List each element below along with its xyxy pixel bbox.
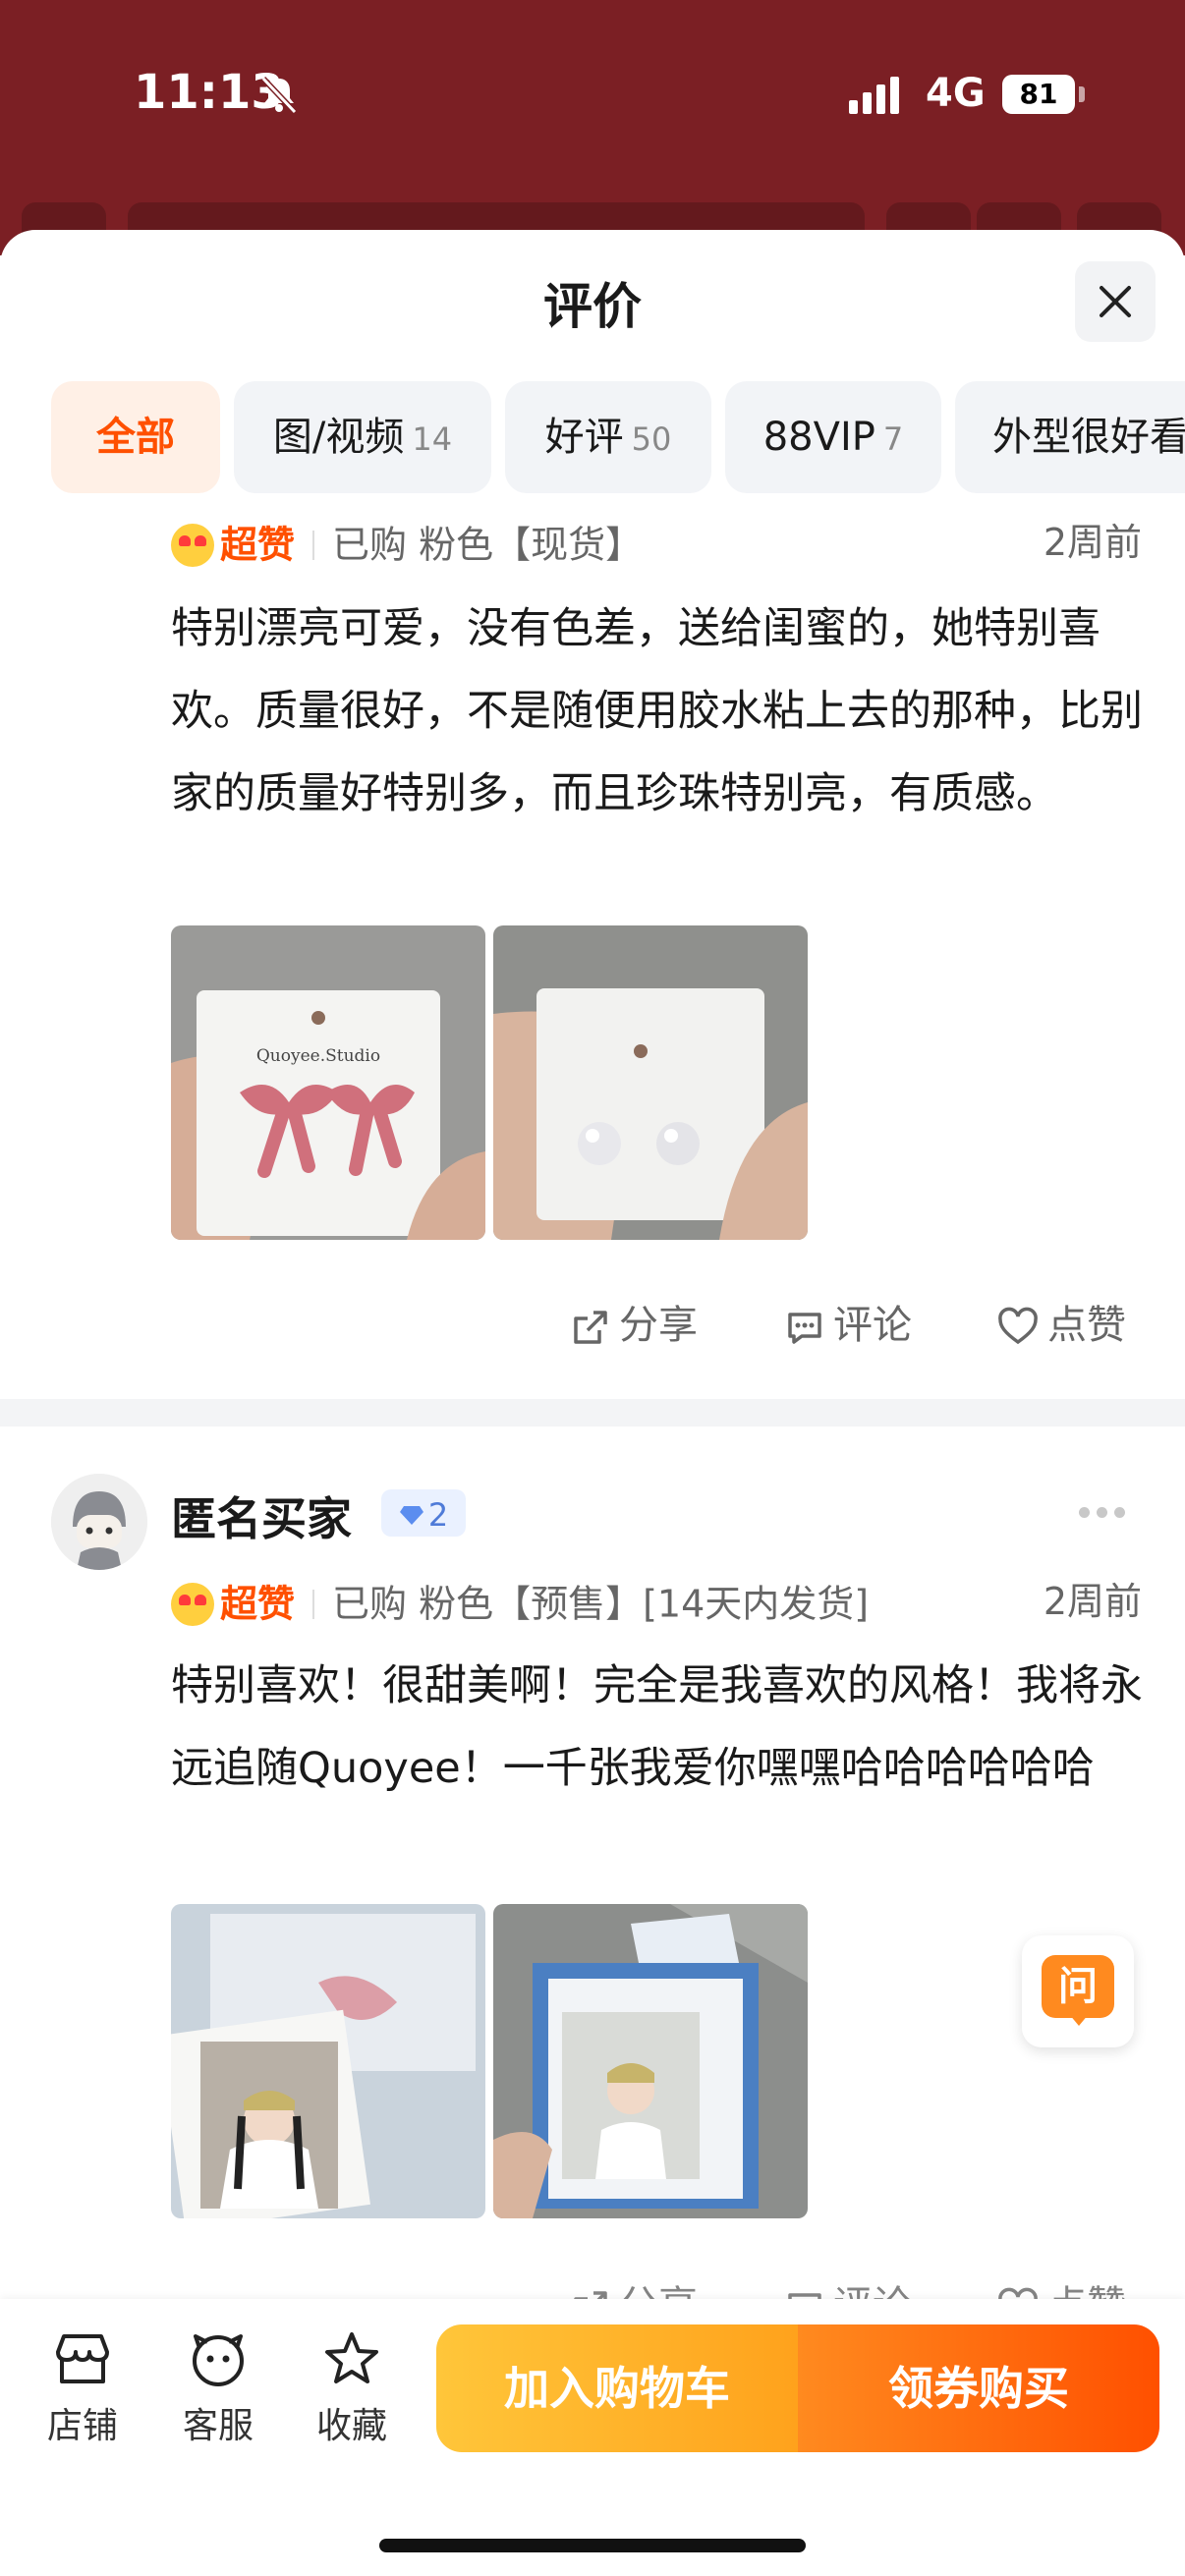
close-button[interactable] <box>1075 261 1156 342</box>
battery-icon <box>1079 86 1085 102</box>
photocard-box-image <box>493 1904 808 2218</box>
signal-icon <box>849 77 904 114</box>
review-photo[interactable] <box>493 925 808 1240</box>
review-photo[interactable] <box>493 1904 808 2218</box>
purchase-info: 已购 粉色【现货】 <box>332 523 644 567</box>
anonymous-avatar-icon <box>51 1474 147 1570</box>
share-button[interactable]: 分享 <box>570 1291 698 1360</box>
service-nav-item[interactable]: 客服 <box>159 2330 277 2448</box>
tab-88vip[interactable]: 88VIP 7 <box>725 381 941 493</box>
comment-button[interactable]: 评论 <box>784 1291 912 1360</box>
heart-icon <box>998 1307 1038 1345</box>
service-icon <box>193 2334 244 2386</box>
share-icon <box>574 1311 607 1344</box>
store-icon <box>56 2334 109 2383</box>
earring-bow-image: Quoyee.Studio <box>171 925 485 1240</box>
tab-all[interactable]: 全部 <box>51 381 220 493</box>
rating-label: 超赞 <box>220 523 296 567</box>
review-text: 特别漂亮可爱，没有色差，送给闺蜜的，她特别喜欢。质量很好，不是随便用胶水粘上去的… <box>171 604 1143 818</box>
review-photo[interactable]: Quoyee.Studio <box>171 925 485 1240</box>
more-options-icon[interactable] <box>1079 1503 1132 1522</box>
like-button[interactable]: 点赞 <box>996 1291 1126 1360</box>
heart-eyes-icon <box>171 1582 214 1626</box>
heart-eyes-icon <box>171 523 214 567</box>
store-nav-item[interactable]: 店铺 <box>24 2330 141 2448</box>
review-meta: 超赞 已购 粉色【预售】[14天内发货] 2周前 <box>171 1572 1142 1631</box>
ask-button[interactable]: 问 <box>1022 1935 1134 2047</box>
separator <box>312 530 315 560</box>
review-time: 2周前 <box>1043 521 1142 564</box>
battery-level: 81 <box>1002 75 1075 114</box>
review-actions: 分享 评论 点赞 <box>570 1291 1140 1360</box>
review-text: 特别喜欢！很甜美啊！完全是我喜欢的风格！我将永远追随Quoyee！一千张我爱你嘿… <box>171 1661 1143 1793</box>
review-time: 2周前 <box>1043 1580 1142 1623</box>
svg-text:Quoyee.Studio: Quoyee.Studio <box>256 1046 380 1066</box>
favorite-nav-item[interactable]: 收藏 <box>293 2330 411 2448</box>
rating-label: 超赞 <box>220 1582 296 1626</box>
photocard-image <box>171 1904 485 2218</box>
star-icon <box>325 2332 378 2383</box>
ask-icon-tail <box>1069 2014 1089 2026</box>
pearl-earring-image <box>493 925 808 1240</box>
tab-positive[interactable]: 好评 50 <box>505 381 711 493</box>
tab-photo-video[interactable]: 图/视频 14 <box>234 381 491 493</box>
close-icon <box>1100 286 1131 317</box>
comment-icon <box>788 1313 821 1344</box>
bell-muted-icon <box>260 76 298 115</box>
username: 匿名买家 <box>171 1492 352 1545</box>
separator <box>312 1589 315 1619</box>
review-photo[interactable] <box>171 1904 485 2218</box>
network-type: 4G <box>926 71 986 116</box>
review-meta: 超赞 已购 粉色【现货】 2周前 <box>171 513 1142 572</box>
tab-good-looking[interactable]: 外型很好看 <box>955 381 1185 493</box>
sheet-title: 评价 <box>543 278 642 335</box>
purchase-info: 已购 粉色【预售】[14天内发货] <box>332 1582 870 1626</box>
add-to-cart-button[interactable]: 加入购物车 <box>436 2324 798 2452</box>
avatar[interactable] <box>51 1474 147 1570</box>
member-level-badge: 2 <box>381 1489 466 1537</box>
home-indicator <box>379 2539 806 2552</box>
ask-label: 问 <box>1042 1955 1114 2018</box>
coupon-buy-button[interactable]: 领券购买 <box>798 2324 1159 2452</box>
diamond-icon <box>399 1506 423 1525</box>
review-divider <box>0 1399 1185 1427</box>
